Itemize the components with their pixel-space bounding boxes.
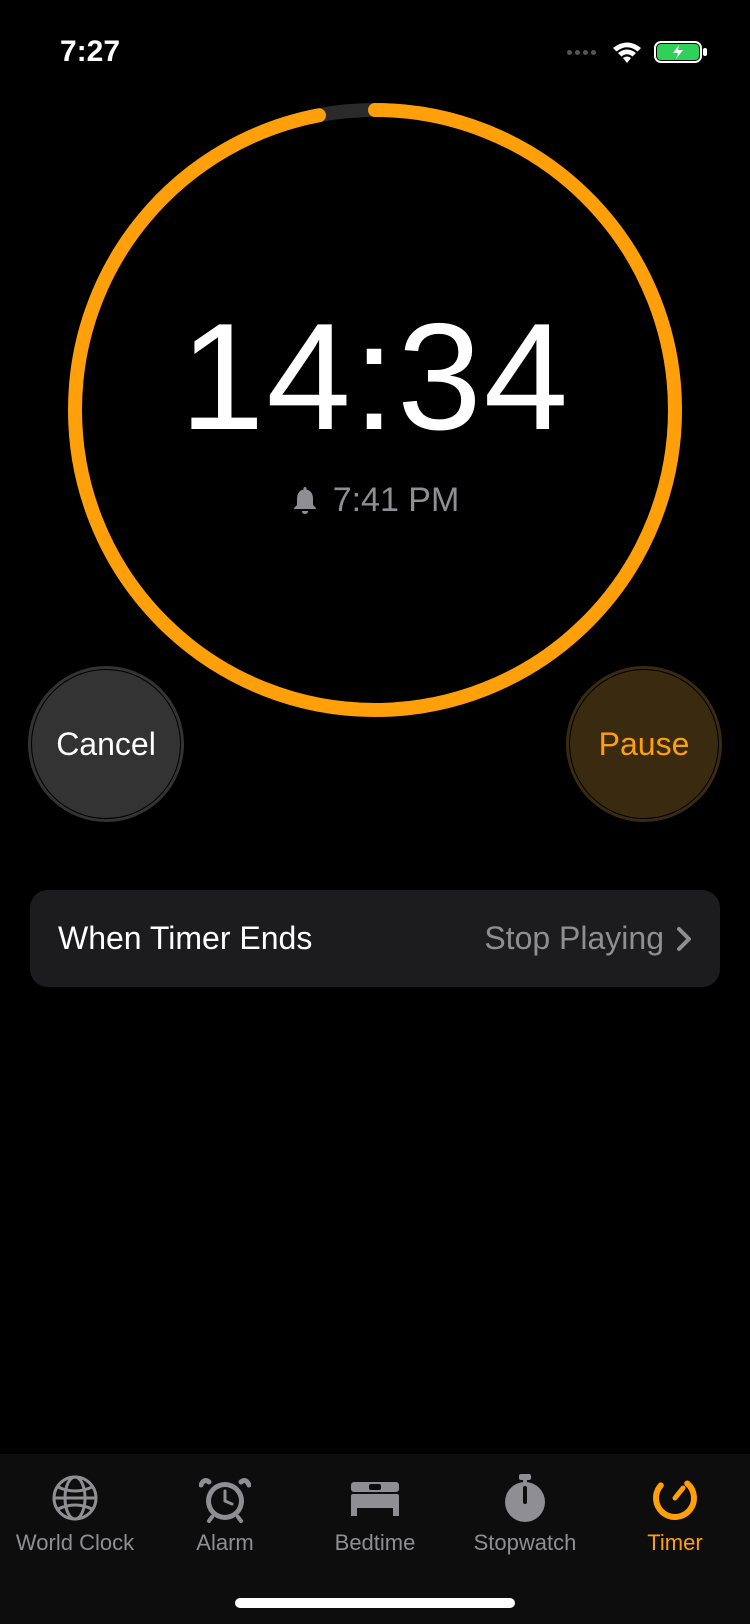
time-remaining: 14:34 — [180, 301, 570, 453]
pause-button[interactable]: Pause — [570, 670, 718, 818]
when-timer-ends-value: Stop Playing — [484, 920, 664, 957]
tab-label: Timer — [647, 1530, 702, 1556]
globe-icon — [50, 1472, 100, 1524]
cancel-button[interactable]: Cancel — [32, 670, 180, 818]
tab-label: World Clock — [16, 1530, 134, 1556]
tab-label: Stopwatch — [474, 1530, 577, 1556]
cancel-label: Cancel — [56, 726, 156, 763]
when-timer-ends-row[interactable]: When Timer Ends Stop Playing — [30, 890, 720, 987]
tab-timer[interactable]: Timer — [605, 1472, 745, 1556]
status-icons — [567, 39, 710, 65]
tab-alarm[interactable]: Alarm — [155, 1472, 295, 1556]
home-indicator[interactable] — [235, 1598, 515, 1608]
bed-icon — [347, 1472, 403, 1524]
timer-display: 14:34 7:41 PM — [0, 100, 750, 720]
bell-icon — [291, 485, 319, 515]
stopwatch-icon — [501, 1472, 549, 1524]
pause-label: Pause — [599, 726, 690, 763]
tab-label: Alarm — [196, 1530, 253, 1556]
wifi-icon — [610, 39, 644, 65]
tab-bedtime[interactable]: Bedtime — [305, 1472, 445, 1556]
signal-dots-icon — [567, 50, 596, 55]
end-time-row: 7:41 PM — [291, 481, 460, 520]
timer-icon — [651, 1472, 699, 1524]
chevron-right-icon — [676, 926, 692, 952]
tab-label: Bedtime — [335, 1530, 416, 1556]
tab-stopwatch[interactable]: Stopwatch — [455, 1472, 595, 1556]
tab-world-clock[interactable]: World Clock — [5, 1472, 145, 1556]
alarm-clock-icon — [199, 1472, 251, 1524]
end-time: 7:41 PM — [333, 481, 460, 520]
when-timer-ends-label: When Timer Ends — [58, 920, 312, 957]
battery-charging-icon — [654, 39, 710, 65]
status-bar: 7:27 — [0, 0, 750, 80]
status-time: 7:27 — [60, 35, 120, 69]
